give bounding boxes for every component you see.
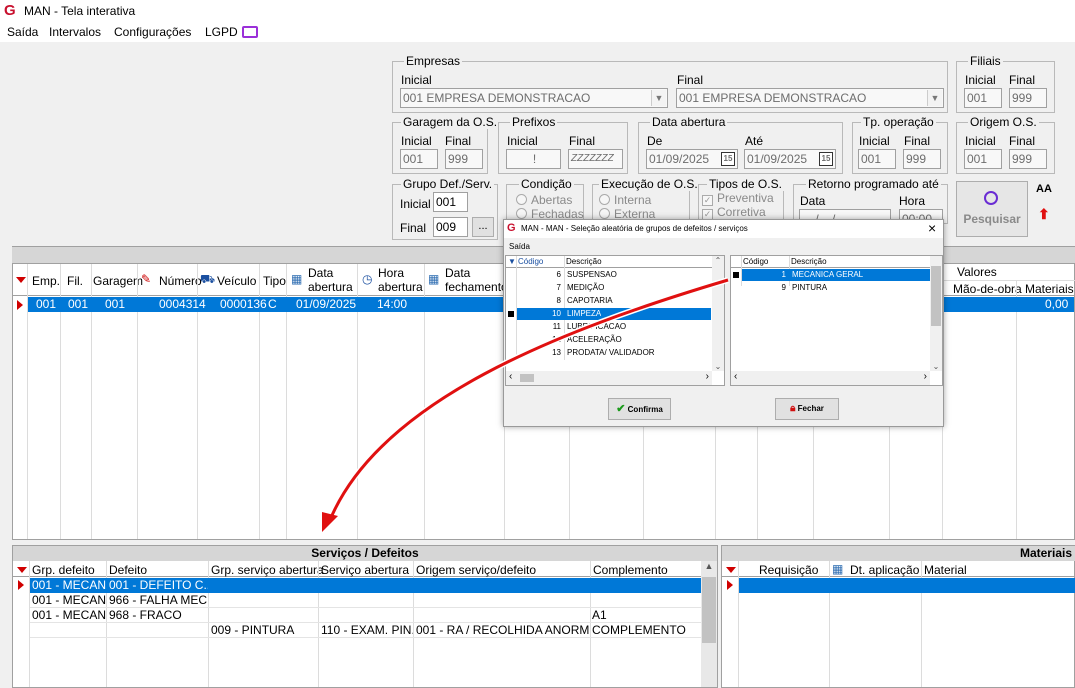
arrow-path	[328, 278, 729, 521]
annotation-arrow	[322, 277, 729, 532]
arrow-head	[322, 512, 338, 532]
